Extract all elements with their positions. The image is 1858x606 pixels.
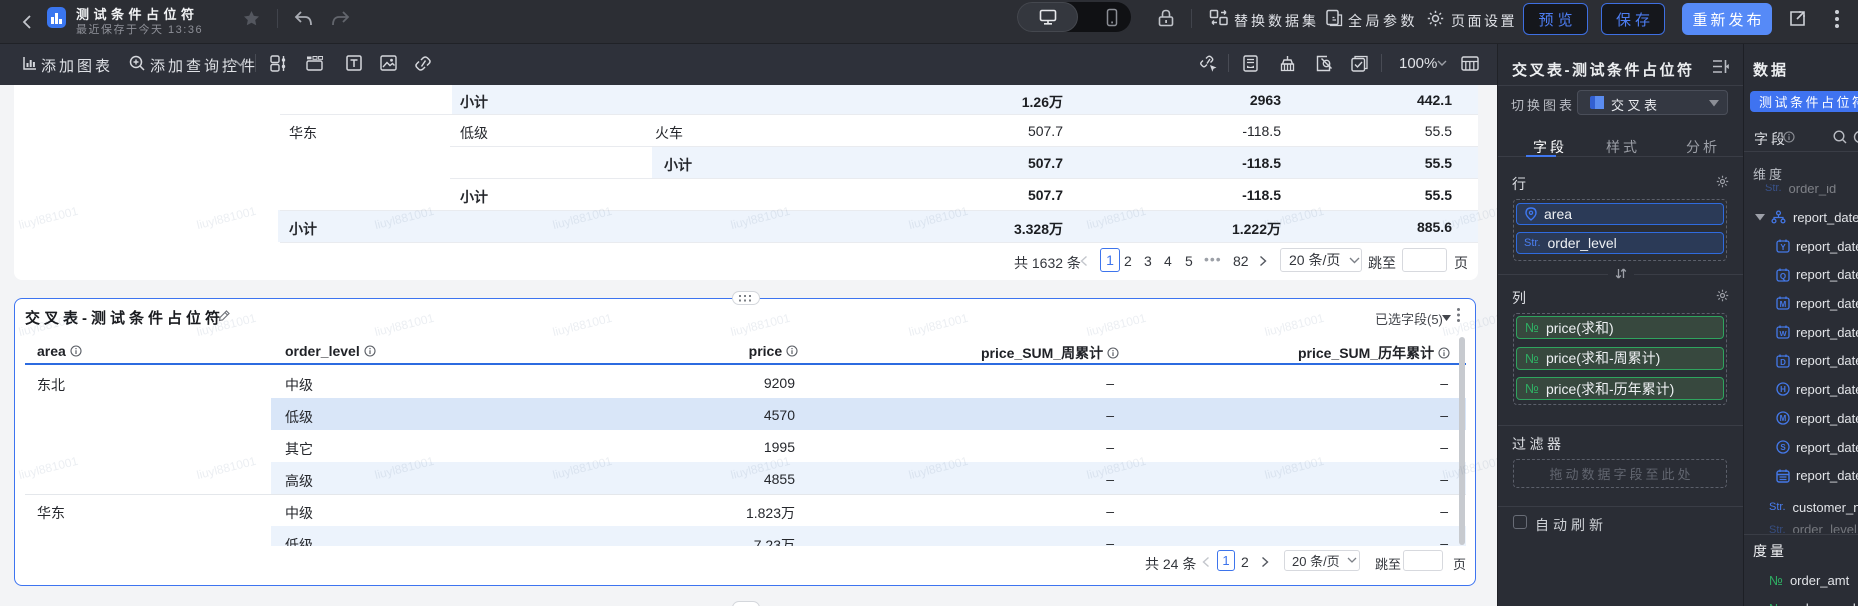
svg-text:W: W [1779,329,1787,338]
svg-text:M: M [1780,300,1787,309]
svg-text:M: M [1780,414,1787,423]
svg-text:H: H [1780,385,1786,394]
svg-text:Y: Y [1780,243,1786,252]
svg-text:S: S [1780,443,1786,452]
svg-text:Q: Q [1780,272,1786,281]
svg-text:D: D [1780,358,1786,367]
